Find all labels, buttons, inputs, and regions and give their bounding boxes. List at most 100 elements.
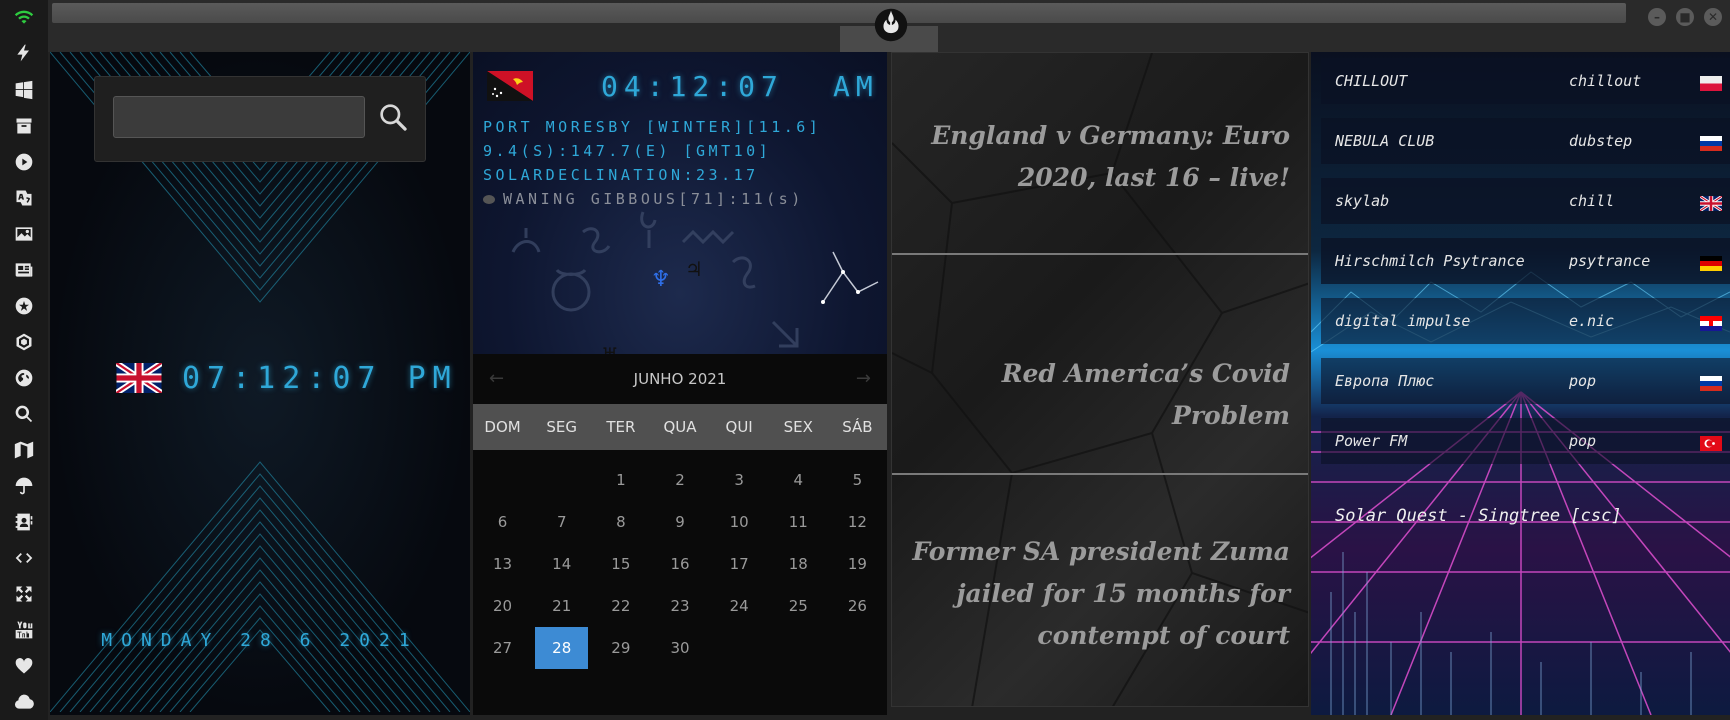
windows-icon[interactable] [13, 79, 35, 101]
station-genre: dubstep [1569, 132, 1633, 150]
calendar-next-button[interactable]: → [856, 368, 871, 389]
calendar-day[interactable]: 26 [831, 585, 884, 627]
radio-station[interactable]: NEBULA CLUB dubstep [1321, 118, 1730, 168]
hexagon-icon[interactable] [13, 331, 35, 353]
play-icon[interactable] [13, 151, 35, 173]
maximize-button[interactable]: ■ [1676, 8, 1694, 26]
station-name: CHILLOUT [1335, 72, 1408, 90]
search-input[interactable] [113, 96, 365, 138]
search-icon[interactable] [13, 403, 35, 425]
calendar-day[interactable]: 12 [831, 501, 884, 543]
station-genre: psytrance [1569, 252, 1651, 270]
close-button[interactable]: ✕ [1704, 8, 1722, 26]
flash-icon[interactable] [13, 42, 35, 64]
news-headline[interactable]: Former SA president Zuma jailed for 15 m… [892, 531, 1308, 657]
calendar-day[interactable]: 11 [772, 501, 825, 543]
radio-station[interactable]: Power FM pop [1321, 418, 1730, 468]
cloud-icon[interactable] [13, 691, 35, 713]
weekday-label: QUA [663, 418, 697, 436]
station-genre: e.nic [1569, 312, 1615, 330]
calendar-day[interactable]: 10 [713, 501, 766, 543]
svg-text:♆: ♆ [651, 267, 671, 292]
globe-icon[interactable] [13, 367, 35, 389]
calendar-day[interactable]: 7 [535, 501, 588, 543]
calendar-day[interactable]: 30 [653, 627, 706, 669]
calendar-day[interactable]: 25 [772, 585, 825, 627]
news-icon[interactable] [13, 259, 35, 281]
calendar-day[interactable]: 16 [653, 543, 706, 585]
archive-icon[interactable] [13, 115, 35, 137]
weekday-label: QUI [725, 418, 753, 436]
now-playing-track: Solar Quest - Singtree [csc] [1335, 506, 1622, 526]
calendar-day-grid: 1 2 3 4 5 6 7 8 9 10 11 12 13 14 15 16 17 18 19 20 21 22 23 24 2… [473, 459, 887, 669]
code-icon[interactable] [13, 547, 35, 569]
map-icon[interactable] [13, 439, 35, 461]
calendar-day[interactable]: 8 [594, 501, 647, 543]
rebel-alliance-logo-icon [874, 8, 908, 42]
calendar-day[interactable]: 9 [653, 501, 706, 543]
translate-icon[interactable] [13, 187, 35, 209]
wifi-icon[interactable] [13, 6, 35, 28]
calendar-day[interactable]: 24 [713, 585, 766, 627]
croatia-flag-icon [1700, 316, 1722, 331]
logo-tab[interactable] [840, 0, 938, 52]
moon-icon [483, 195, 495, 204]
fullscreen-icon[interactable] [13, 583, 35, 605]
calendar-day[interactable]: 20 [476, 585, 529, 627]
calendar-day[interactable]: 23 [653, 585, 706, 627]
local-date: MONDAY 28 6 2021 [101, 630, 419, 651]
calendar-day-today[interactable]: 28 [535, 627, 589, 669]
station-name: Power FM [1335, 432, 1408, 450]
radio-station[interactable]: Европа Плюс pop [1321, 358, 1730, 408]
calendar-day[interactable]: 17 [713, 543, 766, 585]
calendar-day[interactable]: 18 [772, 543, 825, 585]
world-time-ampm: AM [833, 70, 879, 103]
calendar-day[interactable]: 15 [594, 543, 647, 585]
calendar-weekday-row: DOM SEG TER QUA QUI SEX SÁB [473, 404, 887, 450]
calendar-day[interactable]: 5 [831, 459, 884, 501]
calendar-day[interactable]: 3 [713, 459, 766, 501]
calendar-day[interactable]: 2 [653, 459, 706, 501]
minimize-button[interactable]: – [1648, 8, 1666, 26]
calendar-day[interactable]: 29 [594, 627, 647, 669]
contacts-icon[interactable] [13, 511, 35, 533]
calendar-day[interactable]: 1 [594, 459, 647, 501]
youtube-icon[interactable] [13, 619, 35, 641]
calendar-day[interactable]: 22 [594, 585, 647, 627]
heart-icon[interactable] [13, 655, 35, 677]
station-genre: chill [1569, 192, 1615, 210]
calendar-day[interactable]: 4 [772, 459, 825, 501]
calendar-prev-button[interactable]: ← [489, 368, 504, 389]
calendar-day[interactable]: 19 [831, 543, 884, 585]
radio-station[interactable]: digital impulse e.nic [1321, 298, 1730, 348]
image-icon[interactable] [13, 223, 35, 245]
news-panel: England v Germany: Euro 2020, last 16 – … [891, 52, 1309, 707]
calendar-day[interactable]: 27 [476, 627, 529, 669]
calendar-header: ← JUNHO 2021 → [473, 354, 887, 404]
calendar-day[interactable]: 6 [476, 501, 529, 543]
radio-station[interactable]: CHILLOUT chillout [1321, 58, 1730, 108]
local-time-value: 07:12:07 [182, 360, 383, 396]
germany-flag-icon [1700, 256, 1722, 271]
search-button-icon[interactable] [377, 101, 409, 133]
radio-station[interactable]: Hirschmilch Psytrance psytrance [1321, 238, 1730, 288]
local-clock-panel: 07:12:07 PM MONDAY 28 6 2021 [50, 52, 470, 715]
umbrella-icon[interactable] [13, 475, 35, 497]
title-strip[interactable] [52, 3, 1626, 23]
calendar-day[interactable]: 21 [535, 585, 588, 627]
chevron-pattern-bottom [50, 461, 470, 712]
moon-phase-line: WANING GIBBOUS[71]:11(s) [483, 190, 804, 208]
apps-icon[interactable] [13, 295, 35, 317]
radio-station[interactable]: skylab chill [1321, 178, 1730, 228]
news-headline[interactable]: England v Germany: Euro 2020, last 16 – … [892, 115, 1308, 199]
weekday-label: SÁB [842, 418, 873, 436]
calendar-day[interactable]: 13 [476, 543, 529, 585]
station-name: skylab [1335, 192, 1390, 210]
local-time-row: 07:12:07 PM [116, 358, 458, 398]
sidebar [0, 0, 48, 720]
window-titlebar[interactable]: – ■ ✕ [48, 0, 1730, 52]
news-separator [892, 253, 1308, 255]
uk-flag-icon [1700, 196, 1722, 211]
news-headline[interactable]: Red America’s Covid Problem [892, 353, 1308, 437]
calendar-day[interactable]: 14 [535, 543, 588, 585]
